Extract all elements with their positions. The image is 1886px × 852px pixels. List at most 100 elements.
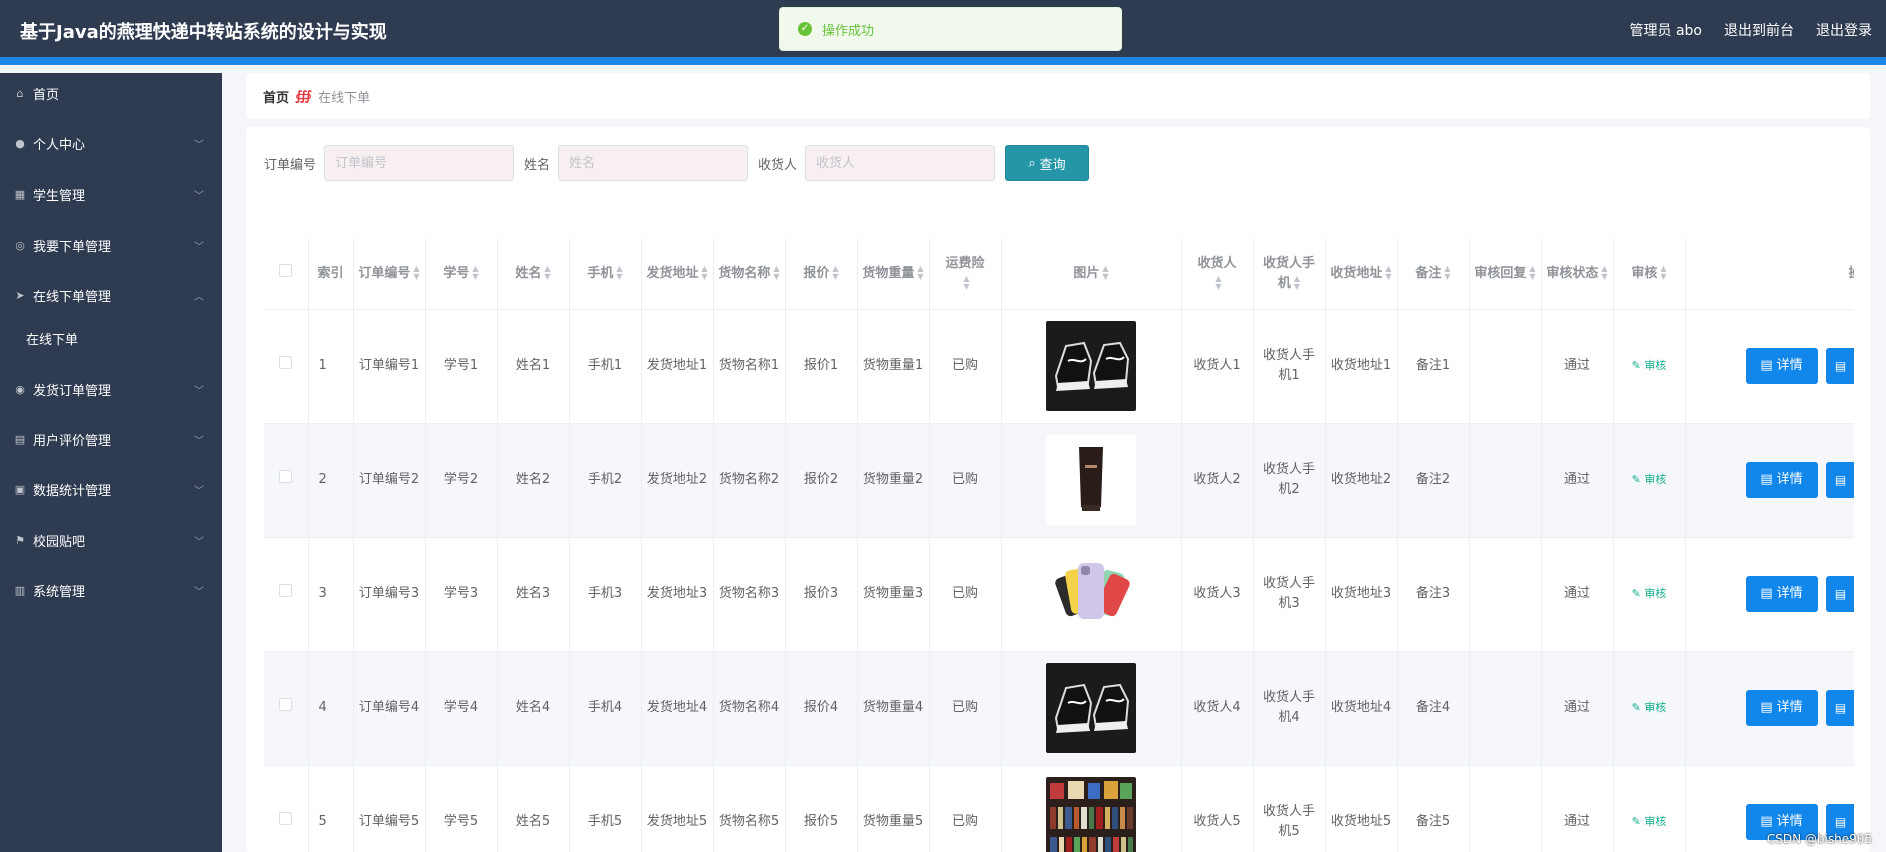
sort-icon[interactable]: ▲ ▼ bbox=[1601, 265, 1607, 281]
sort-icon[interactable]: ▲ ▼ bbox=[1294, 275, 1300, 291]
column-header[interactable]: 收货人手机 ▲ ▼ bbox=[1253, 239, 1326, 310]
row-checkbox[interactable] bbox=[279, 812, 293, 825]
detail-button[interactable]: ▤ 详情 bbox=[1745, 348, 1818, 384]
row-checkbox[interactable] bbox=[279, 470, 293, 483]
chevron-down-icon: ﹀ bbox=[194, 587, 204, 598]
sidebar-item-label: 我要下单管理 bbox=[33, 239, 112, 255]
sidebar-item-label: 在线下单 bbox=[26, 332, 79, 348]
sort-icon[interactable]: ▲ ▼ bbox=[963, 275, 969, 291]
sidebar-item-forum[interactable]: ⚑ 校园贴吧 ﹀ bbox=[0, 520, 222, 560]
sidebar-item-system[interactable]: ▥ 系统管理 ﹀ bbox=[0, 570, 222, 610]
column-header[interactable]: 学号 ▲ ▼ bbox=[425, 239, 498, 310]
search-icon: ⌕ bbox=[1028, 155, 1036, 171]
query-button[interactable]: ⌕ 查询 bbox=[1005, 145, 1090, 181]
chevron-down-icon: ﹀ bbox=[194, 191, 204, 202]
table-header-row: 索引 订单编号 ▲ ▼ 学号 ▲ ▼ 姓名 ▲ ▼ 手机 ▲ ▼ 发货地址 ▲ ▼ 货物名称 ▲ ▼ 报… bbox=[264, 239, 1854, 310]
sort-icon[interactable]: ▲ ▼ bbox=[472, 265, 478, 281]
sort-icon[interactable]: ▲ ▼ bbox=[1660, 265, 1666, 281]
column-header[interactable]: 收货地址 ▲ ▼ bbox=[1325, 239, 1398, 310]
breadcrumb-home[interactable]: 首页 bbox=[263, 87, 289, 106]
sort-icon[interactable]: ▲ ▼ bbox=[1385, 265, 1391, 281]
row-checkbox[interactable] bbox=[279, 584, 293, 597]
row-checkbox[interactable] bbox=[279, 356, 293, 369]
sort-icon[interactable]: ▲ ▼ bbox=[1529, 265, 1535, 281]
sidebar-item-students[interactable]: ▦ 学生管理 ﹀ bbox=[0, 174, 222, 214]
column-header[interactable]: 发货地址 ▲ ▼ bbox=[641, 239, 714, 310]
sidebar-item-home[interactable]: ⌂ 首页 bbox=[0, 73, 222, 113]
search-bar: 订单编号 姓名 收货人 ⌕ 查询 bbox=[264, 145, 1090, 181]
column-header[interactable]: 报价 ▲ ▼ bbox=[785, 239, 858, 310]
select-all-checkbox[interactable] bbox=[279, 263, 293, 277]
audit-link[interactable]: ✎ 审核 bbox=[1632, 359, 1667, 372]
sort-icon[interactable]: ▲ ▼ bbox=[1215, 275, 1221, 291]
receiver-input[interactable] bbox=[805, 145, 996, 181]
sneakers-image[interactable] bbox=[1046, 321, 1136, 411]
logout-link[interactable]: 退出登录 bbox=[1816, 20, 1872, 40]
chevron-down-icon: ﹀ bbox=[194, 537, 204, 548]
more-actions-button[interactable]: ▤ bbox=[1825, 690, 1854, 726]
name-input[interactable] bbox=[558, 145, 749, 181]
sidebar-item-statistics[interactable]: ▣ 数据统计管理 ﹀ bbox=[0, 469, 222, 509]
sort-icon[interactable]: ▲ ▼ bbox=[832, 265, 838, 281]
table-row: 4 订单编号4 学号4 姓名4 手机4 发货地址4 货物名称4 报价4 货物重量… bbox=[264, 651, 1854, 766]
back-to-frontend-link[interactable]: 退出到前台 bbox=[1724, 20, 1794, 40]
detail-button[interactable]: ▤ 详情 bbox=[1745, 462, 1818, 498]
target-icon: ◎ bbox=[15, 238, 25, 252]
sidebar-subitem-online-order[interactable]: 在线下单 bbox=[0, 318, 222, 358]
row-checkbox[interactable] bbox=[279, 698, 293, 711]
audit-link[interactable]: ✎ 审核 bbox=[1632, 815, 1667, 828]
sort-icon[interactable]: ▲ ▼ bbox=[1102, 265, 1108, 281]
sidebar-item-my-orders[interactable]: ◎ 我要下单管理 ﹀ bbox=[0, 225, 222, 265]
sort-icon[interactable]: ▲ ▼ bbox=[616, 265, 622, 281]
cosmetic-tube-image[interactable] bbox=[1046, 435, 1136, 525]
detail-button[interactable]: ▤ 详情 bbox=[1745, 576, 1818, 612]
column-header[interactable]: 货物重量 ▲ ▼ bbox=[857, 239, 930, 310]
sidebar-item-label: 数据统计管理 bbox=[33, 483, 112, 499]
chevron-down-icon: ﹀ bbox=[194, 436, 204, 447]
sidebar-item-label: 首页 bbox=[33, 87, 60, 103]
more-actions-button[interactable]: ▤ bbox=[1825, 462, 1854, 498]
column-header[interactable]: 姓名 ▲ ▼ bbox=[497, 239, 570, 310]
column-header[interactable]: 索引 bbox=[308, 239, 354, 310]
column-header[interactable]: 手机 ▲ ▼ bbox=[569, 239, 642, 310]
chart-icon: ▥ bbox=[14, 583, 26, 597]
column-header[interactable]: 图片 ▲ ▼ bbox=[1001, 239, 1182, 310]
column-header[interactable]: 审核 ▲ ▼ bbox=[1613, 239, 1686, 310]
books-image[interactable] bbox=[1046, 777, 1136, 852]
sort-icon[interactable]: ▲ ▼ bbox=[544, 265, 550, 281]
more-actions-button[interactable]: ▤ bbox=[1825, 576, 1854, 612]
column-header[interactable]: 收货人 ▲ ▼ bbox=[1181, 239, 1254, 310]
edit-icon: ✎ bbox=[1631, 815, 1641, 828]
sort-icon[interactable]: ▲ ▼ bbox=[1444, 265, 1450, 281]
phones-image[interactable] bbox=[1046, 549, 1136, 639]
sidebar-item-personal[interactable]: ● 个人中心 ﹀ bbox=[0, 123, 222, 163]
breadcrumb-separator-icon: ∰ bbox=[295, 88, 313, 104]
sneakers-image[interactable] bbox=[1046, 663, 1136, 753]
sidebar-item-shipping-orders[interactable]: ◉ 发货订单管理 ﹀ bbox=[0, 369, 222, 409]
more-actions-button[interactable]: ▤ bbox=[1825, 348, 1854, 384]
document-icon: ▤ bbox=[1760, 814, 1773, 829]
admin-user-label[interactable]: 管理员 abo bbox=[1630, 20, 1702, 40]
sort-icon[interactable]: ▲ ▼ bbox=[413, 265, 419, 281]
order-no-input[interactable] bbox=[324, 145, 515, 181]
sidebar-item-label: 系统管理 bbox=[33, 584, 86, 600]
column-header[interactable]: 审核回复 ▲ ▼ bbox=[1469, 239, 1542, 310]
audit-link[interactable]: ✎ 审核 bbox=[1632, 473, 1667, 486]
column-header[interactable]: 备注 ▲ ▼ bbox=[1397, 239, 1470, 310]
detail-button[interactable]: ▤ 详情 bbox=[1745, 690, 1818, 726]
sort-icon[interactable]: ▲ ▼ bbox=[917, 265, 923, 281]
audit-link[interactable]: ✎ 审核 bbox=[1632, 587, 1667, 600]
breadcrumb-current: 在线下单 bbox=[318, 90, 371, 106]
audit-link[interactable]: ✎ 审核 bbox=[1632, 701, 1667, 714]
sort-icon[interactable]: ▲ ▼ bbox=[701, 265, 707, 281]
sidebar-item-online-orders[interactable]: ➤ 在线下单管理 ︿ bbox=[0, 275, 222, 315]
column-header[interactable]: 运费险 ▲ ▼ bbox=[929, 239, 1002, 310]
column-header[interactable]: 订单编号 ▲ ▼ bbox=[353, 239, 426, 310]
header-actions: 管理员 abo 退出到前台 退出登录 bbox=[1630, 20, 1872, 40]
location-icon: ◉ bbox=[15, 382, 25, 396]
sidebar-item-label: 学生管理 bbox=[33, 188, 86, 204]
column-header[interactable]: 审核状态 ▲ ▼ bbox=[1541, 239, 1614, 310]
sort-icon[interactable]: ▲ ▼ bbox=[773, 265, 779, 281]
sidebar-item-reviews[interactable]: ▤ 用户评价管理 ﹀ bbox=[0, 419, 222, 459]
column-header[interactable]: 货物名称 ▲ ▼ bbox=[713, 239, 786, 310]
